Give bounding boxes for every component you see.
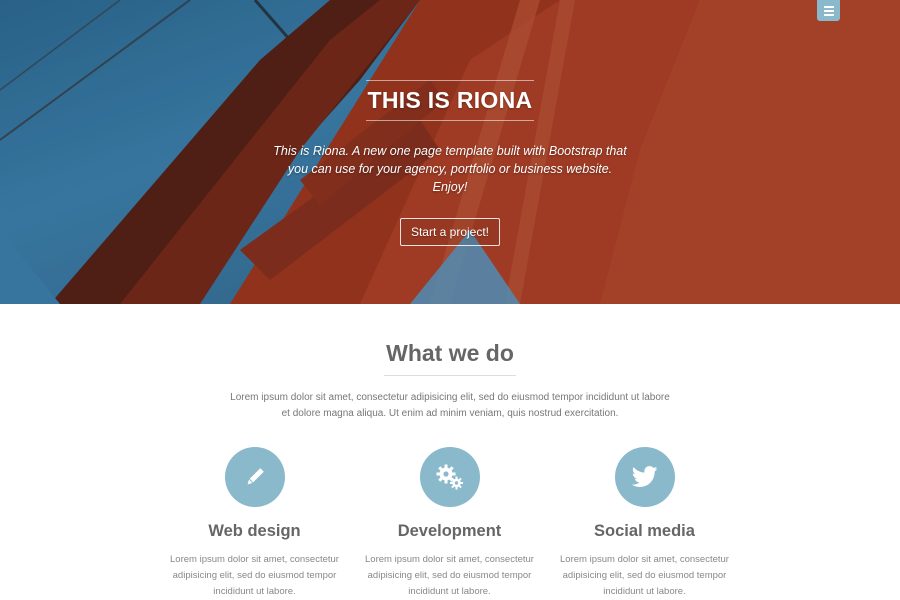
hamburger-menu-icon (823, 4, 834, 18)
service-title: Social media (594, 522, 695, 540)
service-title: Development (397, 522, 502, 540)
service-text: Lorem ipsum dolor sit amet, consectetur … (170, 554, 339, 597)
service-text: Lorem ipsum dolor sit amet, consectetur … (365, 554, 534, 597)
menu-toggle-button[interactable] (817, 0, 840, 21)
service-icon-circle (419, 447, 480, 507)
service-social-media: Social media Lorem ipsum dolor sit amet,… (547, 447, 742, 600)
hero-title: THIS IS RIONA (367, 87, 533, 113)
what-we-do-section: What we do Lorem ipsum dolor sit amet, c… (0, 304, 900, 600)
start-project-button[interactable]: Start a project! (399, 218, 501, 246)
hero-content: THIS IS RIONA This is Riona. A new one p… (0, 80, 900, 246)
hero-section: THIS IS RIONA This is Riona. A new one p… (0, 0, 900, 304)
service-development: Development Lorem ipsum dolor sit amet, … (352, 447, 547, 600)
hero-subtitle: This is Riona. A new one page template b… (273, 144, 627, 194)
gears-icon (436, 464, 463, 490)
service-title: Web design (208, 522, 301, 540)
pencil-icon (247, 468, 264, 485)
service-icon-circle (614, 447, 675, 507)
service-icon-circle (224, 447, 285, 507)
section-title-block: What we do (0, 340, 900, 376)
service-web-design: Web design Lorem ipsum dolor sit amet, c… (157, 447, 352, 600)
service-text: Lorem ipsum dolor sit amet, consectetur … (560, 554, 729, 597)
section-intro: Lorem ipsum dolor sit amet, consectetur … (230, 392, 670, 419)
services-list: Web design Lorem ipsum dolor sit amet, c… (157, 447, 742, 600)
twitter-icon (631, 466, 658, 487)
section-title: What we do (384, 340, 516, 376)
hero-title-frame: THIS IS RIONA (365, 80, 535, 121)
